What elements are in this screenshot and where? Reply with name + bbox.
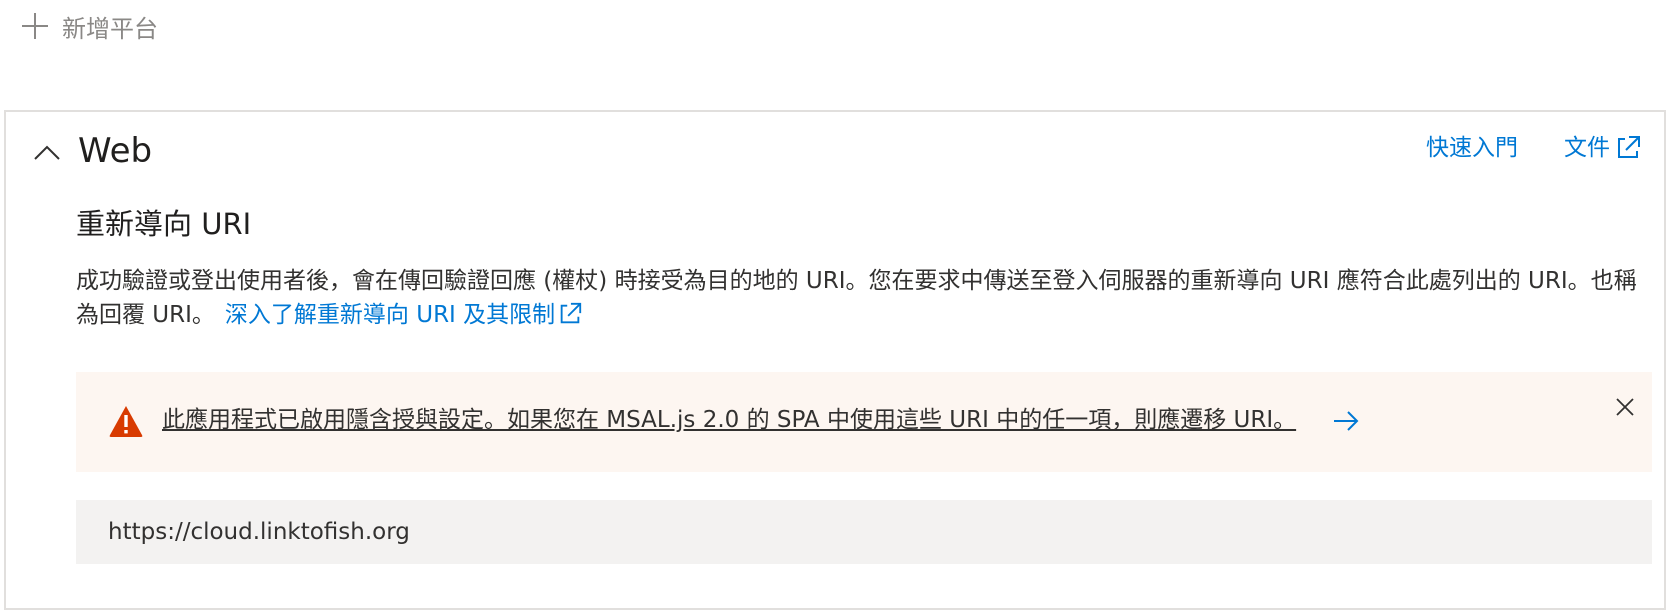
chevron-up-icon[interactable]: [30, 136, 64, 170]
learn-more-label: 深入了解重新導向 URI 及其限制: [224, 302, 556, 328]
platform-title: Web: [78, 131, 153, 171]
add-platform-button[interactable]: 新增平台: [20, 8, 158, 44]
redirect-uri-description: 成功驗證或登出使用者後，會在傳回驗證回應 (權杖) 時接受為目的地的 URI。您…: [76, 264, 1656, 332]
arrow-right-icon[interactable]: [1332, 408, 1360, 434]
redirect-uri-heading: 重新導向 URI: [76, 207, 252, 241]
docs-label: 文件: [1564, 135, 1610, 161]
quickstart-link[interactable]: 快速入門: [1426, 130, 1518, 166]
add-platform-label: 新增平台: [62, 14, 158, 43]
implicit-grant-warning-banner: 此應用程式已啟用隱含授與設定。如果您在 MSAL.js 2.0 的 SPA 中使…: [76, 372, 1652, 472]
docs-link[interactable]: 文件: [1564, 130, 1642, 166]
redirect-uri-field[interactable]: https://cloud.linktofish.org: [76, 500, 1652, 564]
plus-icon: [22, 13, 48, 39]
close-icon[interactable]: [1614, 396, 1636, 418]
migrate-uris-link[interactable]: 此應用程式已啟用隱含授與設定。如果您在 MSAL.js 2.0 的 SPA 中使…: [162, 402, 1296, 438]
external-link-icon: [560, 302, 582, 324]
external-link-icon: [1618, 136, 1640, 158]
quickstart-label: 快速入門: [1426, 135, 1518, 161]
warning-icon: [109, 406, 143, 437]
web-platform-card: Web 快速入門 文件 重新導向 URI 成功驗證或登出使用者後，會在傳回驗證回…: [4, 110, 1666, 610]
redirect-uri-value: https://cloud.linktofish.org: [108, 519, 410, 545]
learn-more-link[interactable]: 深入了解重新導向 URI 及其限制: [225, 302, 583, 328]
